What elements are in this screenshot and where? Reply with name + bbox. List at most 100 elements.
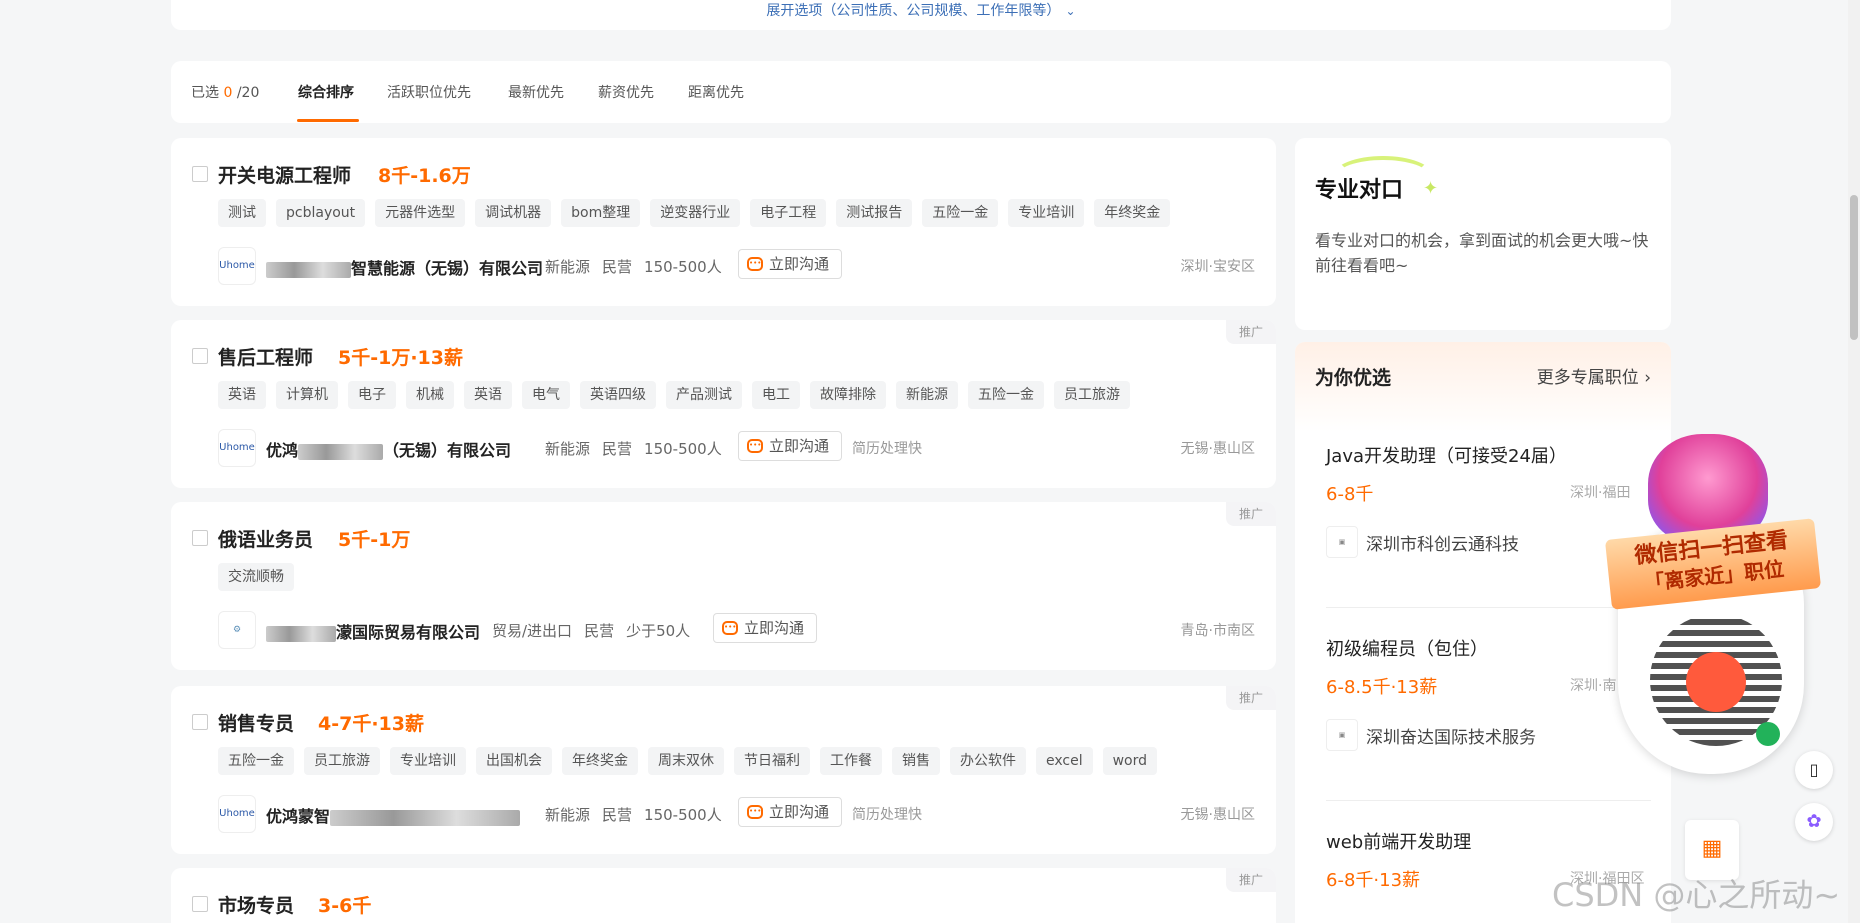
company-ownership: 民营 xyxy=(602,440,633,458)
chat-bubble-icon: ••• xyxy=(747,439,763,453)
tab-comprehensive[interactable]: 综合排序 xyxy=(298,82,354,102)
job-tag: 交流顺畅 xyxy=(218,563,294,591)
qr-code-icon: ▦ xyxy=(1701,836,1723,861)
job-salary: 5千-1万·13薪 xyxy=(338,347,463,369)
chat-bubble-icon: ••• xyxy=(747,805,763,819)
rec-company-logo: ▣ xyxy=(1326,719,1358,751)
chat-now-button[interactable]: ••• 立即沟通 xyxy=(738,797,843,827)
major-match-card[interactable]: 专业对口 ✦ 看专业对口的机会，拿到面试的机会更大哦~快前往看看吧~ xyxy=(1295,138,1671,330)
qr-center-logo xyxy=(1686,652,1746,712)
job-tag: 英语 xyxy=(218,381,266,409)
job-title[interactable]: 市场专员 xyxy=(218,891,294,918)
expand-filters-link[interactable]: 展开选项（公司性质、公司规模、工作年限等） xyxy=(766,3,1060,19)
active-tab-underline xyxy=(297,119,359,122)
job-card[interactable]: 推广 销售专员 4-7千·13薪 五险一金 员工旅游 专业培训 出国机会 年终奖… xyxy=(171,686,1276,854)
job-card[interactable]: 推广 俄语业务员 5千-1万 交流顺畅 ⚙ 濛国际贸易有限公司 贸易/进出口 民… xyxy=(171,502,1276,670)
filter-expand-card: 展开选项（公司性质、公司规模、工作年限等） ⌄ xyxy=(171,0,1671,30)
company-name[interactable]: 智慧能源（无锡）有限公司 xyxy=(266,255,543,279)
job-title[interactable]: 售后工程师 xyxy=(218,343,313,370)
rec-job-title[interactable]: Java开发助理（可接受24届） xyxy=(1326,442,1567,468)
job-card[interactable]: 推广 售后工程师 5千-1万·13薪 英语 计算机 电子 机械 英语 电气 英语… xyxy=(171,320,1276,488)
rec-company-name[interactable]: 深圳市科创云通科技 xyxy=(1366,530,1519,555)
promoted-badge: 推广 xyxy=(1226,868,1276,892)
chat-now-button[interactable]: ••• 立即沟通 xyxy=(713,613,818,643)
job-checkbox[interactable] xyxy=(192,896,208,912)
job-tag: pcblayout xyxy=(276,199,366,227)
more-jobs-link[interactable]: 更多专属职位 › xyxy=(1537,363,1651,388)
job-tag: excel xyxy=(1036,747,1093,775)
tab-distance[interactable]: 距离优先 xyxy=(688,82,744,102)
job-tag: 年终奖金 xyxy=(562,747,638,775)
job-tag: 工作餐 xyxy=(820,747,882,775)
job-tag: 五险一金 xyxy=(968,381,1044,409)
scrollbar-thumb[interactable] xyxy=(1850,195,1858,340)
promoted-badge: 推广 xyxy=(1226,502,1276,526)
rec-job-title[interactable]: web前端开发助理 xyxy=(1326,828,1471,854)
company-name[interactable]: 优鸿蒙智 xyxy=(266,803,521,827)
job-checkbox[interactable] xyxy=(192,166,208,182)
tab-active-jobs[interactable]: 活跃职位优先 xyxy=(387,82,471,102)
job-tag: 五险一金 xyxy=(922,199,999,227)
job-title[interactable]: 销售专员 xyxy=(218,709,294,736)
rec-company-name[interactable]: 深圳奋达国际技术服务 xyxy=(1366,723,1536,748)
job-tag: 机械 xyxy=(406,381,454,409)
company-ownership: 民营 xyxy=(584,622,615,640)
resume-fast-badge: 简历处理快 xyxy=(852,807,922,823)
job-salary: 8千-1.6万 xyxy=(378,165,471,187)
company-size: 150-500人 xyxy=(644,258,722,276)
job-tags: 测试 pcblayout 元器件选型 调试机器 bom整理 逆变器行业 电子工程… xyxy=(218,199,1171,227)
company-logo[interactable]: Uhome xyxy=(218,429,256,467)
job-tag: word xyxy=(1102,747,1158,775)
job-tag: 故障排除 xyxy=(810,381,886,409)
company-industry: 新能源 xyxy=(545,258,591,276)
company-size: 150-500人 xyxy=(644,440,722,458)
job-title[interactable]: 俄语业务员 xyxy=(218,525,313,552)
rec-job-salary: 6-8千·13薪 xyxy=(1326,870,1421,891)
chat-bubble-icon: ••• xyxy=(747,257,763,271)
chat-now-label: 立即沟通 xyxy=(769,255,830,273)
company-name[interactable]: 濛国际贸易有限公司 xyxy=(266,619,480,643)
rec-job-title[interactable]: 初级编程员（包住） xyxy=(1326,635,1488,661)
job-title[interactable]: 开关电源工程师 xyxy=(218,161,351,188)
csdn-watermark: CSDN @心之所动~ xyxy=(1552,876,1841,914)
chat-now-button[interactable]: ••• 立即沟通 xyxy=(738,431,843,461)
job-tag: 测试报告 xyxy=(836,199,913,227)
tab-newest[interactable]: 最新优先 xyxy=(508,82,564,102)
chat-now-button[interactable]: ••• 立即沟通 xyxy=(738,249,843,279)
chevron-down-icon[interactable]: ⌄ xyxy=(1066,4,1076,18)
job-location: 无锡·惠山区 xyxy=(1180,441,1255,457)
rec-job-salary: 6-8千 xyxy=(1326,484,1374,505)
job-checkbox[interactable] xyxy=(192,714,208,730)
job-card[interactable]: 推广 市场专员 3-6千 xyxy=(171,868,1276,923)
job-card[interactable]: 开关电源工程师 8千-1.6万 测试 pcblayout 元器件选型 调试机器 … xyxy=(171,138,1276,306)
job-checkbox[interactable] xyxy=(192,348,208,364)
company-name-text: 优鸿 xyxy=(266,441,299,460)
company-name[interactable]: 优鸿 （无锡）有限公司 xyxy=(266,437,511,461)
company-ownership: 民营 xyxy=(602,806,633,824)
job-checkbox[interactable] xyxy=(192,530,208,546)
resume-fast-badge: 简历处理快 xyxy=(852,441,922,457)
job-tag: 五险一金 xyxy=(218,747,294,775)
company-size: 少于50人 xyxy=(626,622,691,640)
company-logo[interactable]: ⚙ xyxy=(218,611,256,649)
company-info: 贸易/进出口 民营 少于50人 xyxy=(492,620,690,641)
company-ownership: 民营 xyxy=(602,258,633,276)
company-logo[interactable]: Uhome xyxy=(218,247,256,285)
company-info: 新能源 民营 150-500人 xyxy=(545,438,722,459)
blurred-text xyxy=(298,443,384,460)
company-logo[interactable]: Uhome xyxy=(218,795,256,833)
scrollbar[interactable] xyxy=(1848,0,1860,923)
tab-salary[interactable]: 薪资优先 xyxy=(598,82,654,102)
wechat-promo-popup[interactable]: 微信扫一扫查看 「离家近」职位 xyxy=(1600,424,1822,784)
book-icon[interactable]: ▯ xyxy=(1795,751,1833,789)
rec-job-salary: 6-8.5千·13薪 xyxy=(1326,677,1438,698)
job-tag: 新能源 xyxy=(896,381,958,409)
major-match-desc: 看专业对口的机会，拿到面试的机会更大哦~快前往看看吧~ xyxy=(1315,231,1649,275)
job-tag: 计算机 xyxy=(276,381,338,409)
job-salary: 5千-1万 xyxy=(338,529,411,551)
ai-brain-icon[interactable]: ✿ xyxy=(1795,803,1833,841)
job-tag: 销售 xyxy=(892,747,940,775)
company-name-text: 优鸿蒙智 xyxy=(266,807,331,826)
promoted-badge: 推广 xyxy=(1226,686,1276,710)
major-match-title: 专业对口 xyxy=(1315,178,1404,203)
